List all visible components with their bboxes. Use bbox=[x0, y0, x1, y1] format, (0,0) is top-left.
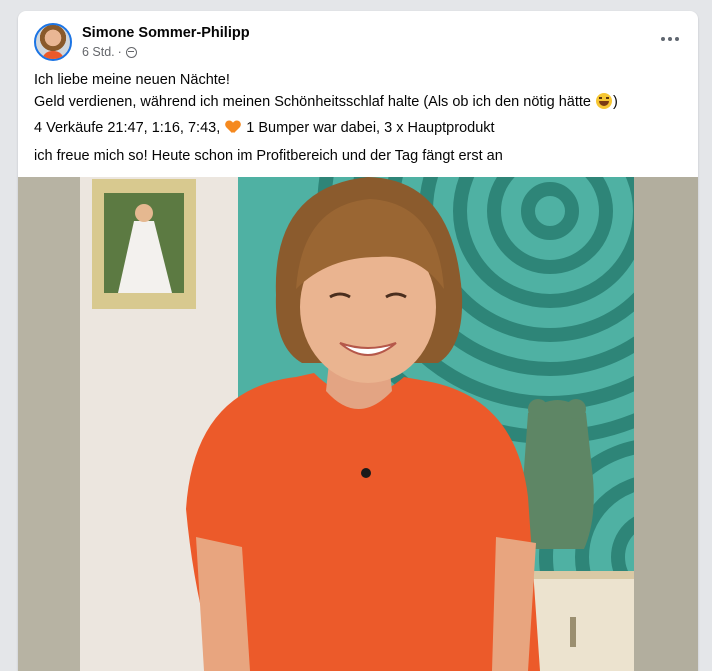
line2-text: Geld verdienen, während ich meinen Schön… bbox=[34, 94, 591, 110]
author-name[interactable]: Simone Sommer-Philipp bbox=[82, 25, 250, 41]
post-text-line-4: ich freue mich so! Heute schon im Profit… bbox=[34, 148, 503, 164]
post-meta: 6 Std. · bbox=[82, 45, 137, 59]
meta-separator: · bbox=[117, 45, 122, 59]
post-text-line-1: Ich liebe meine neuen Nächte! bbox=[34, 72, 230, 88]
photo-illustration bbox=[18, 177, 698, 671]
post-header: Simone Sommer-Philipp 6 Std. · bbox=[18, 11, 698, 71]
orange-heart-icon bbox=[226, 121, 240, 134]
line3-end: 1 Bumper war dabei, 3 x Hauptprodukt bbox=[246, 120, 495, 136]
more-options-button[interactable] bbox=[656, 29, 684, 49]
post-photo[interactable] bbox=[18, 177, 698, 671]
post-card: Simone Sommer-Philipp 6 Std. · Ich liebe… bbox=[18, 11, 698, 671]
post-text-line-2: Geld verdienen, während ich meinen Schön… bbox=[34, 93, 618, 110]
globe-icon[interactable] bbox=[125, 46, 137, 58]
more-options-icon bbox=[661, 37, 665, 41]
laughing-emoji-icon bbox=[596, 93, 613, 109]
line3-text: 4 Verkäufe 21:47, 1:16, 7:43, bbox=[34, 120, 221, 136]
post-text-line-3: 4 Verkäufe 21:47, 1:16, 7:43, 1 Bumper w… bbox=[34, 120, 495, 136]
timestamp[interactable]: 6 Std. bbox=[82, 45, 115, 59]
line2-end: ) bbox=[613, 94, 618, 110]
avatar[interactable] bbox=[34, 23, 72, 61]
